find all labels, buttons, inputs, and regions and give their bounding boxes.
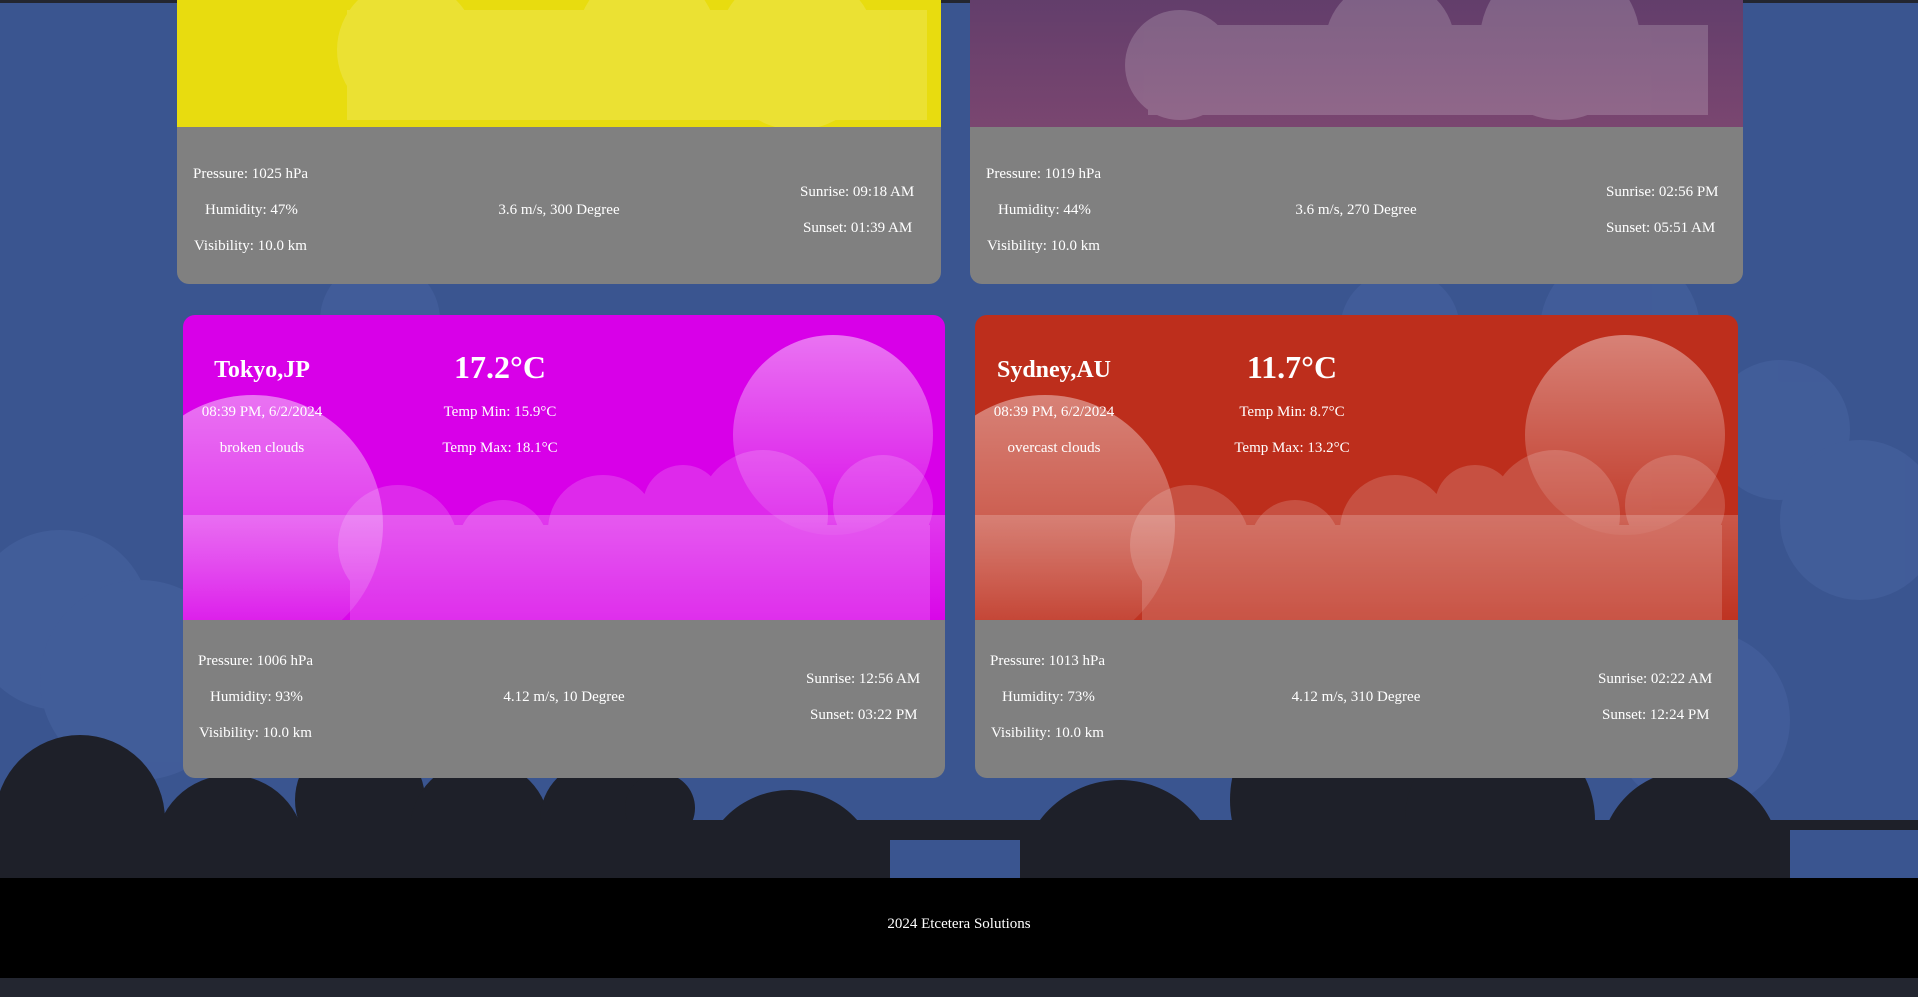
pressure-text: Pressure: 1025 hPa — [193, 166, 308, 182]
city-name: Sydney,AU — [996, 357, 1112, 383]
weather-description: broken clouds — [219, 440, 305, 456]
card-header: Sydney,AU 08:39 PM, 6/2/2024 overcast cl… — [975, 315, 1738, 620]
footer: 2024 Etcetera Solutions — [0, 878, 1918, 978]
visibility-text: Visibility: 10.0 km — [987, 238, 1100, 254]
sunset-text: Sunset: 03:22 PM — [810, 707, 918, 723]
card-header: Tokyo,JP 08:39 PM, 6/2/2024 broken cloud… — [183, 315, 945, 620]
datetime-text: 08:39 PM, 6/2/2024 — [201, 404, 323, 420]
humidity-text: Humidity: 93% — [210, 689, 303, 705]
cloud-illustration — [177, 0, 941, 127]
sunrise-text: Sunrise: 12:56 AM — [806, 671, 921, 687]
temp-max: Temp Max: 18.1°C — [442, 440, 558, 456]
pressure-text: Pressure: 1019 hPa — [986, 166, 1101, 182]
humidity-text: Humidity: 73% — [1002, 689, 1095, 705]
temp-min: Temp Min: 8.7°C — [1239, 404, 1345, 420]
sunrise-text: Sunrise: 09:18 AM — [800, 184, 915, 200]
pressure-text: Pressure: 1006 hPa — [198, 653, 313, 669]
wind-text: 4.12 m/s, 10 Degree — [503, 689, 625, 705]
card-details: Pressure: 1013 hPa Humidity: 73% Visibil… — [975, 620, 1738, 778]
wind-text: 4.12 m/s, 310 Degree — [1291, 689, 1421, 705]
visibility-text: Visibility: 10.0 km — [991, 725, 1104, 741]
humidity-text: Humidity: 47% — [205, 202, 298, 218]
card-details: Pressure: 1006 hPa Humidity: 93% Visibil… — [183, 620, 945, 778]
sunset-text: Sunset: 12:24 PM — [1602, 707, 1710, 723]
sunset-text: Sunset: 01:39 AM — [803, 220, 913, 236]
weather-card: Pressure: 1025 hPa Humidity: 47% Visibil… — [177, 0, 941, 284]
temp-min: Temp Min: 15.9°C — [443, 404, 557, 420]
weather-card-tokyo: Tokyo,JP 08:39 PM, 6/2/2024 broken cloud… — [183, 315, 945, 778]
card-header — [970, 0, 1743, 127]
sunrise-text: Sunrise: 02:56 PM — [1606, 184, 1719, 200]
weather-description: overcast clouds — [1007, 440, 1101, 456]
footer-copyright: 2024 Etcetera Solutions — [887, 916, 1031, 932]
datetime-text: 08:39 PM, 6/2/2024 — [993, 404, 1115, 420]
card-details: Pressure: 1019 hPa Humidity: 44% Visibil… — [970, 127, 1743, 284]
wind-text: 3.6 m/s, 270 Degree — [1295, 202, 1417, 218]
wind-text: 3.6 m/s, 300 Degree — [498, 202, 620, 218]
pressure-text: Pressure: 1013 hPa — [990, 653, 1105, 669]
temperature: 11.7°C — [1246, 349, 1338, 385]
cloud-illustration — [970, 0, 1743, 127]
sunset-text: Sunset: 05:51 AM — [1606, 220, 1716, 236]
visibility-text: Visibility: 10.0 km — [194, 238, 307, 254]
sunrise-text: Sunrise: 02:22 AM — [1598, 671, 1713, 687]
visibility-text: Visibility: 10.0 km — [199, 725, 312, 741]
bottom-strip — [0, 978, 1918, 997]
weather-card: Pressure: 1019 hPa Humidity: 44% Visibil… — [970, 0, 1743, 284]
temp-max: Temp Max: 13.2°C — [1234, 440, 1350, 456]
temperature: 17.2°C — [454, 349, 546, 385]
card-details: Pressure: 1025 hPa Humidity: 47% Visibil… — [177, 127, 941, 284]
humidity-text: Humidity: 44% — [998, 202, 1091, 218]
card-header — [177, 0, 941, 127]
weather-card-sydney: Sydney,AU 08:39 PM, 6/2/2024 overcast cl… — [975, 315, 1738, 778]
city-name: Tokyo,JP — [214, 357, 310, 383]
